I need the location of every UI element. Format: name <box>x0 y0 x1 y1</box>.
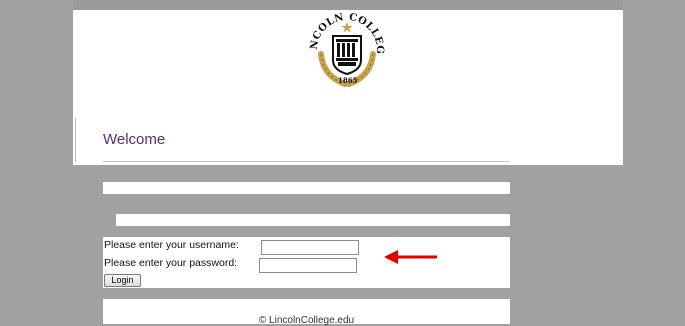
password-label: Please enter your password: <box>104 257 238 269</box>
arrow-left-icon <box>384 250 437 264</box>
username-field[interactable] <box>261 240 359 255</box>
copyright-text: © LincolnCollege.edu <box>258 315 355 326</box>
seal-year: 1865 <box>338 76 358 85</box>
page-title: Welcome <box>103 131 166 148</box>
top-strip <box>73 0 623 10</box>
content-bar-top <box>103 182 510 194</box>
password-field[interactable] <box>259 258 357 273</box>
username-label: Please enter your username: <box>104 239 239 251</box>
content-bar-second <box>116 214 510 226</box>
header-divider-line <box>75 118 76 162</box>
title-underline <box>103 161 509 162</box>
login-button[interactable]: Login <box>104 274 141 287</box>
